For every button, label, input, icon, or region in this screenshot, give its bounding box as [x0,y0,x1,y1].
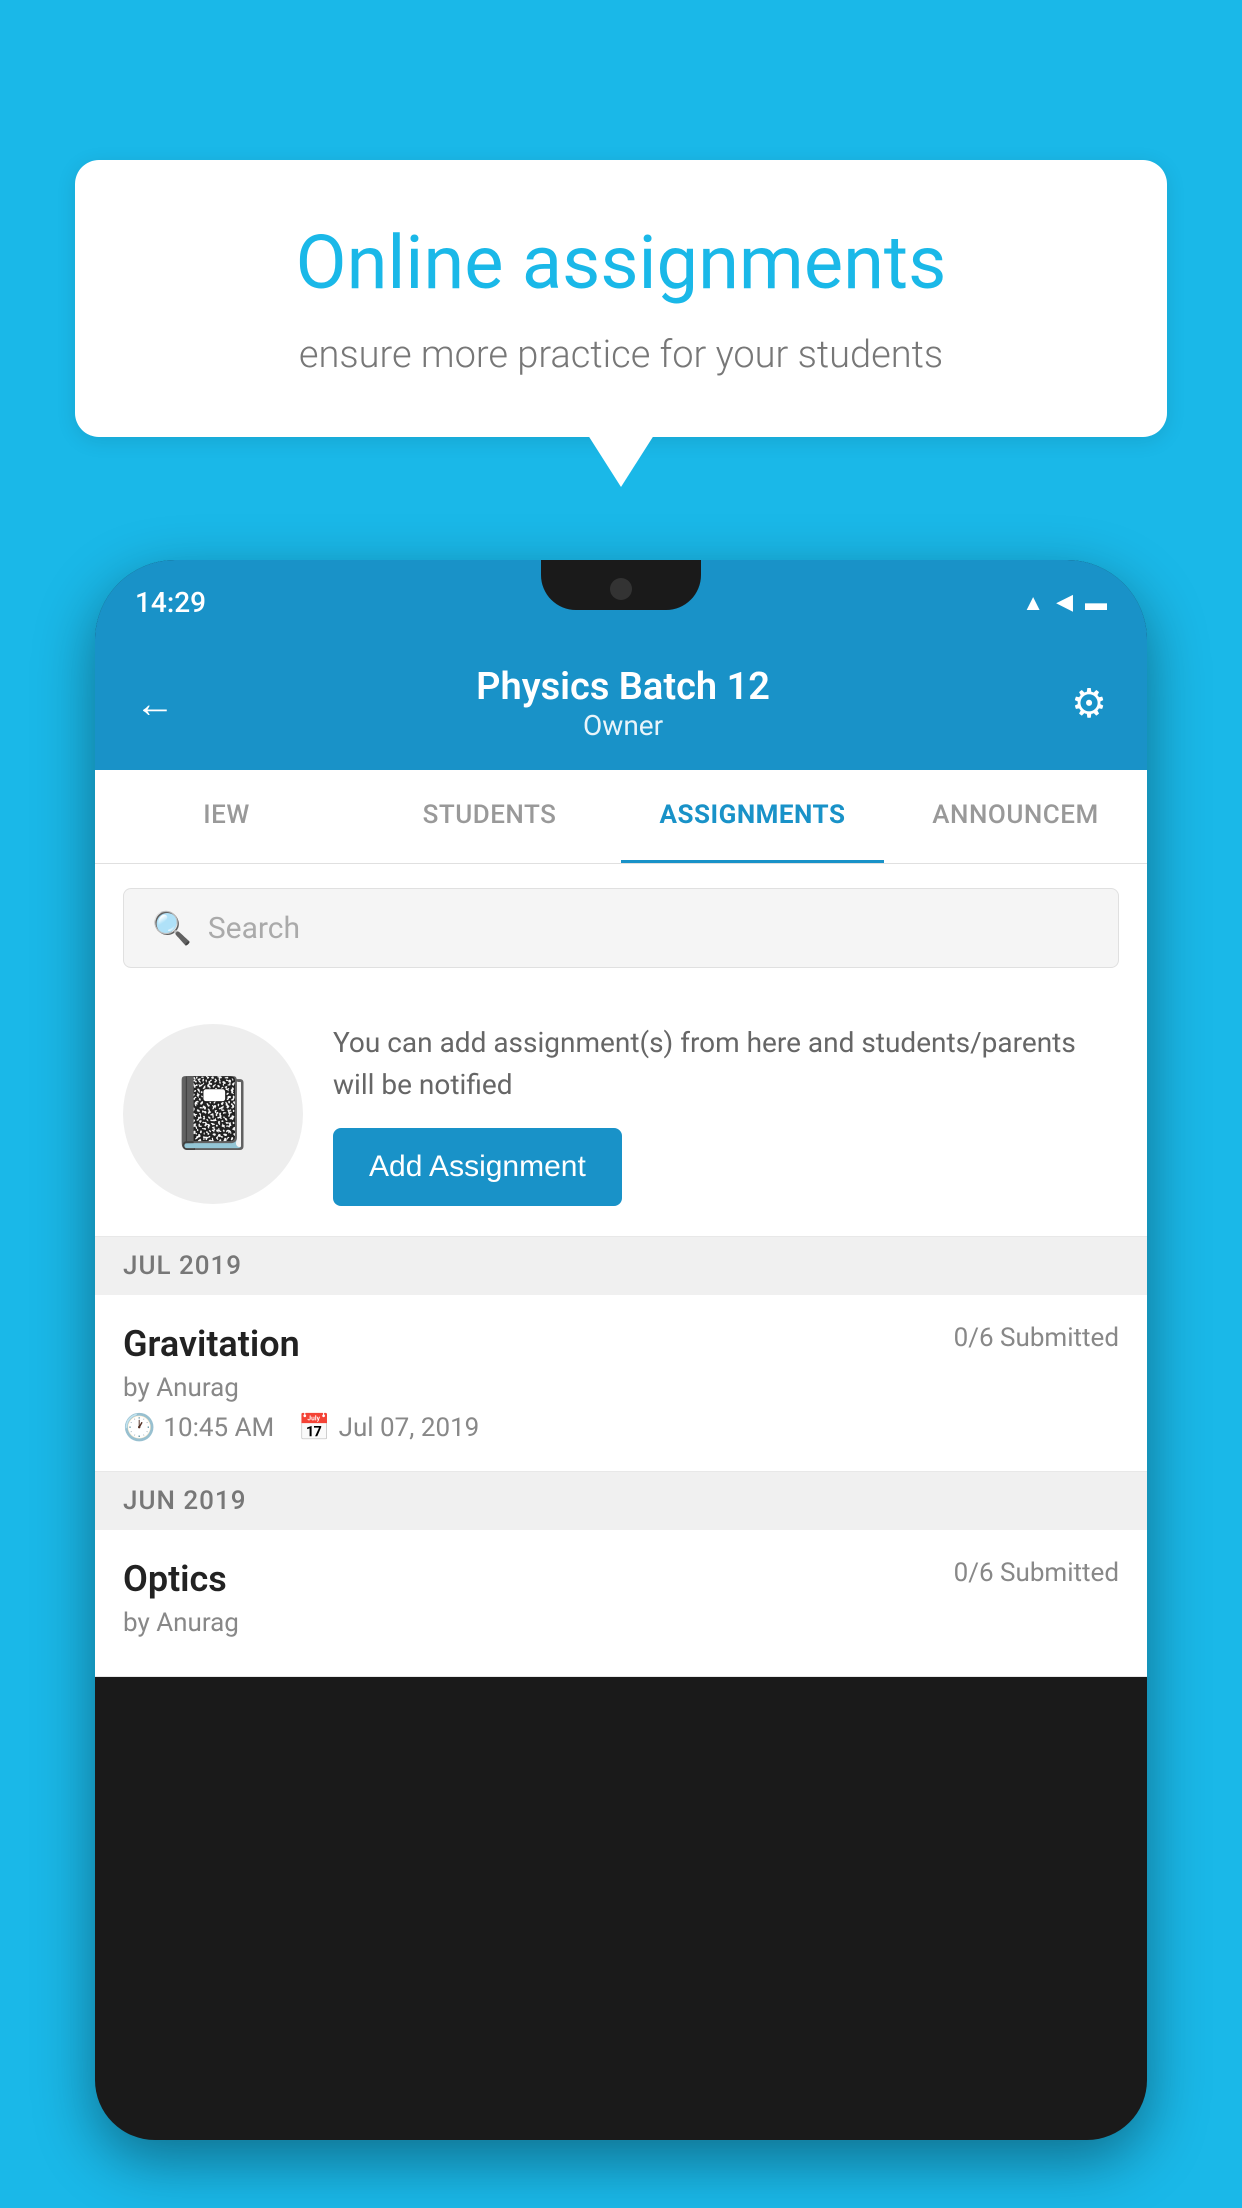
assignment-item-gravitation[interactable]: Gravitation 0/6 Submitted by Anurag 🕐 10… [95,1295,1147,1472]
speech-bubble-container: Online assignments ensure more practice … [75,160,1167,437]
notch [541,560,701,610]
promo-section: 📓 You can add assignment(s) from here an… [95,992,1147,1237]
assignment-time-value: 10:45 AM [163,1413,274,1443]
add-assignment-button[interactable]: Add Assignment [333,1128,622,1206]
tab-announcements[interactable]: ANNOUNCEM [884,770,1147,863]
search-icon: 🔍 [152,909,192,947]
tab-bar: IEW STUDENTS ASSIGNMENTS ANNOUNCEM [95,770,1147,864]
tab-assignments[interactable]: ASSIGNMENTS [621,770,884,863]
promo-icon-circle: 📓 [123,1024,303,1204]
speech-bubble-title: Online assignments [145,220,1097,309]
assignment-date-value: Jul 07, 2019 [339,1413,480,1443]
assignment-top-row: Gravitation 0/6 Submitted [123,1323,1119,1365]
assignment-name-optics: Optics [123,1558,227,1600]
camera-dot [610,578,632,600]
search-placeholder: Search [208,911,300,946]
phone-mockup: 14:29 ▲ ◀ ▬ ← Physics Batch 12 Owner ⚙ I… [95,560,1147,2208]
tab-students[interactable]: STUDENTS [358,770,621,863]
search-bar[interactable]: 🔍 Search [123,888,1119,968]
status-bar: 14:29 ▲ ◀ ▬ [95,560,1147,645]
notebook-icon: 📓 [169,1073,256,1155]
header-title: Physics Batch 12 [476,665,770,709]
assignment-submitted-optics: 0/6 Submitted [954,1558,1119,1588]
search-container: 🔍 Search [95,864,1147,992]
back-button[interactable]: ← [135,680,175,727]
tab-iew[interactable]: IEW [95,770,358,863]
assignment-item-optics[interactable]: Optics 0/6 Submitted by Anurag [95,1530,1147,1677]
section-header-jul2019: JUL 2019 [95,1237,1147,1295]
assignment-time: 🕐 10:45 AM [123,1413,274,1443]
assignment-author-optics: by Anurag [123,1608,1119,1638]
clock-icon: 🕐 [123,1413,155,1443]
calendar-icon: 📅 [298,1413,330,1443]
status-time: 14:29 [135,586,206,619]
speech-bubble: Online assignments ensure more practice … [75,160,1167,437]
promo-text-area: You can add assignment(s) from here and … [333,1022,1119,1206]
gear-icon[interactable]: ⚙ [1071,680,1107,727]
battery-icon: ▬ [1085,590,1107,616]
assignment-name-gravitation: Gravitation [123,1323,300,1365]
assignment-author-gravitation: by Anurag [123,1373,1119,1403]
wifi-icon: ▲ [1022,590,1044,616]
phone-frame: 14:29 ▲ ◀ ▬ ← Physics Batch 12 Owner ⚙ I… [95,560,1147,2140]
assignment-date: 📅 Jul 07, 2019 [298,1413,479,1443]
section-header-jun2019: JUN 2019 [95,1472,1147,1530]
promo-description: You can add assignment(s) from here and … [333,1022,1119,1106]
assignment-top-row-optics: Optics 0/6 Submitted [123,1558,1119,1600]
header-center: Physics Batch 12 Owner [476,665,770,742]
assignment-meta-gravitation: 🕐 10:45 AM 📅 Jul 07, 2019 [123,1413,1119,1443]
screen-content: 🔍 Search 📓 You can add assignment(s) fro… [95,864,1147,1677]
app-header: ← Physics Batch 12 Owner ⚙ [95,645,1147,770]
header-subtitle: Owner [476,709,770,742]
status-icons: ▲ ◀ ▬ [1022,590,1107,616]
signal-icon: ◀ [1056,590,1073,615]
assignment-submitted-gravitation: 0/6 Submitted [954,1323,1119,1353]
speech-bubble-subtitle: ensure more practice for your students [145,333,1097,377]
